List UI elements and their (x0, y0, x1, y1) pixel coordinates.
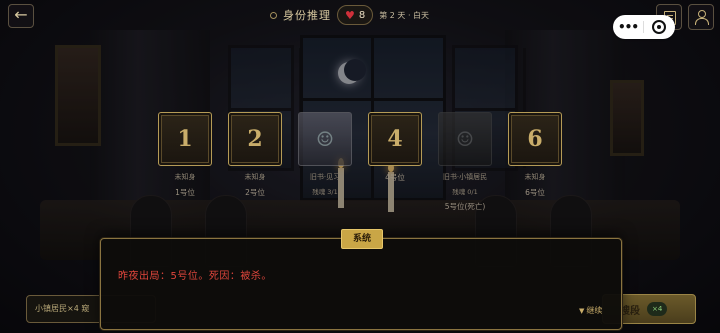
seat-avatar-card[interactable]: ☺ (438, 112, 492, 166)
dialog-message: 昨夜出局：5号位。死因：被杀。 (118, 271, 272, 282)
profile-button[interactable] (688, 4, 714, 30)
continue-label: 继续 (586, 306, 603, 315)
close-target-button[interactable] (644, 20, 674, 34)
hearts-counter: ♥ 8 (337, 5, 374, 25)
seat-name: 旧书·小镇居民 (442, 173, 488, 181)
seat-2[interactable]: 2 未知身 2号位 (228, 112, 282, 198)
action-cost-badge: ×4 (647, 302, 668, 316)
seat-status: 残魂 0/1 (452, 188, 478, 196)
seat-card[interactable]: 6 (508, 112, 562, 166)
seat-card[interactable]: 2 (228, 112, 282, 166)
seat-card[interactable]: 1 (158, 112, 212, 166)
character-avatar-icon: ☺ (456, 127, 474, 151)
seat-avatar-card[interactable]: ☺ (298, 112, 352, 166)
seat-number: 5号位(死亡) (444, 202, 486, 211)
action-button-label: 搜段 (620, 306, 640, 317)
dialog-tag: 系统 (341, 229, 383, 249)
seat-6[interactable]: 6 未知身 6号位 (508, 112, 562, 198)
heart-icon: ♥ (345, 8, 355, 22)
day-indicator: 第 2 天 · 白天 (379, 10, 430, 20)
system-dialog[interactable]: 系统 昨夜出局：5号位。死因：被杀。 ▼ 继续 (100, 229, 622, 330)
target-icon (652, 20, 666, 34)
header-title-group: 身份推理 ♥ 8 第 2 天 · 白天 (270, 4, 429, 26)
back-arrow-icon: ← (14, 5, 28, 24)
hearts-count: 8 (358, 9, 366, 21)
seat-number: 2号位 (245, 188, 265, 197)
back-button[interactable]: ← (8, 4, 34, 28)
seat-name: 未知身 (174, 173, 196, 181)
continue-button[interactable]: ▼ 继续 (579, 305, 602, 316)
seat-1[interactable]: 1 未知身 1号位 (158, 112, 212, 198)
page-title: 身份推理 (283, 9, 331, 22)
user-icon (698, 10, 706, 18)
more-menu-button[interactable]: ••• (613, 20, 643, 34)
seat-name: 未知身 (524, 173, 546, 181)
seat-number: 1号位 (175, 188, 195, 197)
seat-3[interactable]: ☺ 旧书·见习 残魂 3/1 (298, 112, 352, 196)
seat-status: 残魂 3/1 (312, 188, 338, 196)
seat-4[interactable]: 4 4号位 (368, 112, 422, 183)
seat-name: 旧书·见习 (309, 173, 341, 181)
seat-5[interactable]: ☺ 旧书·小镇居民 残魂 0/1 5号位(死亡) (438, 112, 492, 212)
seat-card[interactable]: 4 (368, 112, 422, 166)
mini-program-capsule: ••• (613, 15, 675, 39)
seat-number: 6号位 (525, 188, 545, 197)
status-dot-icon (270, 11, 277, 19)
character-avatar-icon: ☺ (316, 127, 334, 151)
triangle-down-icon: ▼ (579, 307, 585, 315)
seat-name: 未知身 (244, 173, 266, 181)
seat-number: 4号位 (385, 173, 405, 182)
